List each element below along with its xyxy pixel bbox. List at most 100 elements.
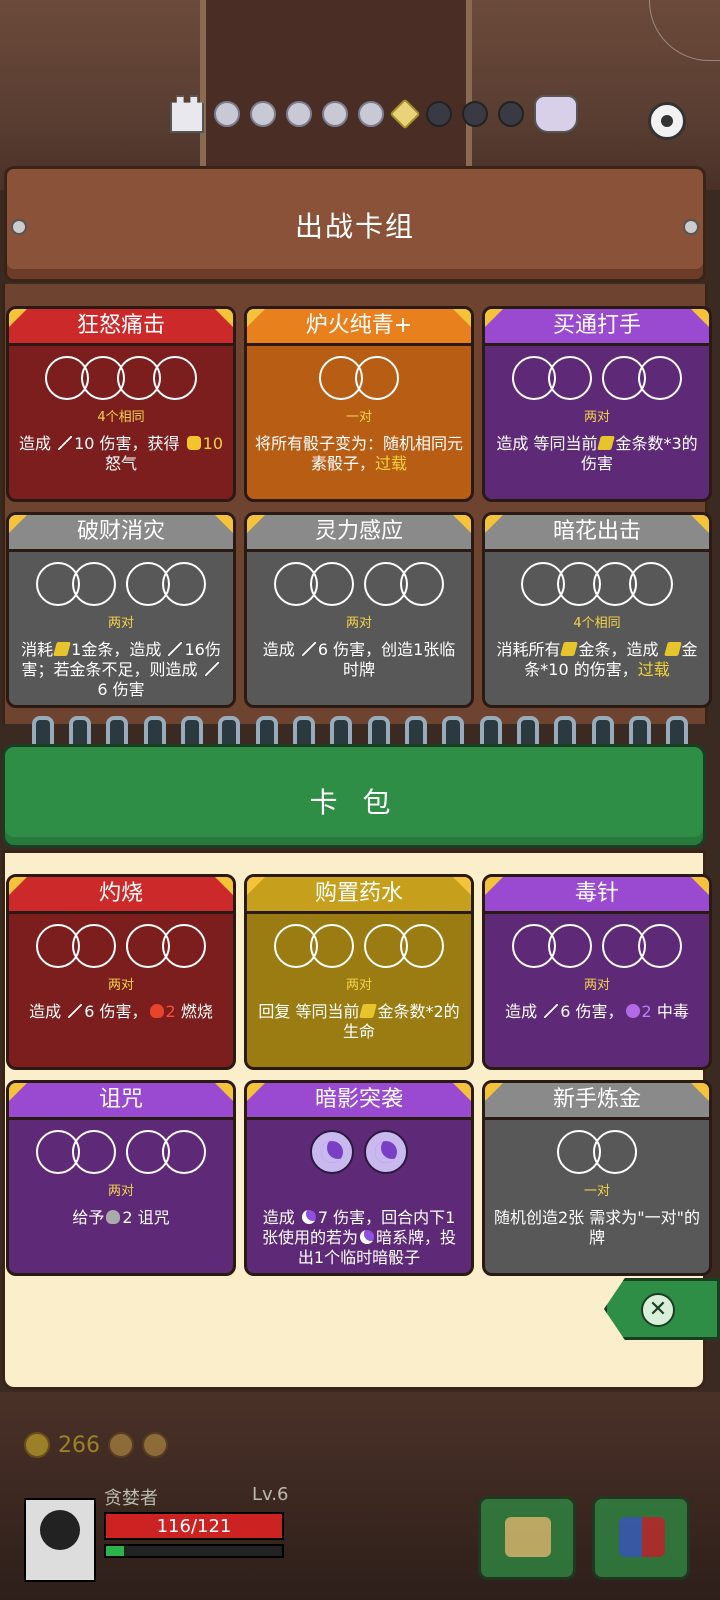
card[interactable]: 炉火纯青+ 一对 将所有骰子变为：随机相同元素骰子，过载 [244,306,474,502]
dice-requirement [485,562,709,610]
die-slot [593,1130,637,1174]
card[interactable]: 灼烧 两对 造成 6 伤害， 2 燃烧 [6,874,236,1070]
progress-node [498,101,524,127]
player-avatar[interactable] [24,1498,96,1582]
boss-icon [534,95,578,133]
desc-text: 金条数*3的伤害 [580,434,698,473]
die-slot [72,562,116,606]
die-slot [629,562,673,606]
moon-icon [301,1210,316,1224]
card-name: 买通打手 [485,309,709,346]
card-requirement-label: 两对 [345,978,372,993]
desc-text: 造成 [29,1002,67,1021]
sword-icon [544,1004,559,1018]
card[interactable]: 暗影突袭 造成 7 伤害，回合内下1张使用的若为 暗系牌，投出1个临时暗骰子 [244,1080,474,1276]
current-node-icon [389,98,421,130]
desc-text: 造成 [262,1208,300,1227]
equipment-button[interactable] [478,1496,576,1580]
progress-node [426,101,452,127]
gold-icon [53,642,72,656]
desc-text: 给予 [72,1208,105,1227]
card-name: 灼烧 [9,877,233,914]
gold-icon [560,642,579,656]
card-body: 两对 给予 2 诅咒 [9,1120,233,1273]
gold-amount: 266 [58,1432,100,1458]
card-description: 造成 6 伤害， 2 燃烧 [17,1002,225,1022]
card[interactable]: 暗花出击 4个相同 消耗所有 金条，造成 金条*10 的伤害，过载 [482,512,712,708]
xp-fill [106,1546,124,1556]
card[interactable]: 狂怒痛击 4个相同 造成 10 伤害，获得 10 怒气 [6,306,236,502]
die-slot [310,562,354,606]
card-name: 灵力感应 [247,515,471,552]
card-requirement-label: 两对 [583,410,610,425]
desc-text: 中毒 [651,1002,689,1021]
card-name: 诅咒 [9,1083,233,1120]
card[interactable]: 新手炼金 一对 随机创造2张 需求为"一对"的牌 [482,1080,712,1276]
player-level: Lv.6 [252,1484,289,1505]
progress-node [286,101,312,127]
die-slot [72,1130,116,1174]
dungeon-progress [170,95,578,133]
desc-text: 消耗 [21,640,54,659]
desc-text: 过载 [637,660,670,679]
pack-card-grid: 灼烧 两对 造成 6 伤害， 2 燃烧 购置药水 两对 回复 等同当前 金条数*2的生命 毒针两… [6,874,712,1276]
fire-icon [149,1004,164,1018]
settings-gear-icon[interactable] [648,102,686,140]
card[interactable]: 破财消灾 两对 消耗 1金条，造成 16伤害；若金条不足，则造成 6 伤害 [6,512,236,708]
dice-requirement [247,562,471,610]
card[interactable]: 灵力感应 两对 造成 6 伤害，创造1张临时牌 [244,512,474,708]
desc-text: 造成 [19,434,57,453]
close-button[interactable]: ✕ [604,1278,720,1340]
card-description: 造成 6 伤害，创造1张临时牌 [255,640,463,680]
dark-die-slot [310,1130,354,1174]
card-name: 炉火纯青+ [247,309,471,346]
gold-counter: 266 [24,1432,168,1458]
hp-bar: 116/121 [104,1512,284,1540]
card[interactable]: 购置药水 两对 回复 等同当前 金条数*2的生命 [244,874,474,1070]
die-slot [638,356,682,400]
desc-text: 1金条，造成 [71,640,167,659]
card-description: 给予 2 诅咒 [17,1208,225,1228]
sword-icon [168,642,183,656]
card-description: 随机创造2张 需求为"一对"的牌 [493,1208,701,1248]
poison-icon [625,1004,640,1018]
skull-icon [106,1210,121,1224]
card-requirement-label: 两对 [107,616,134,631]
sword-icon [68,1004,83,1018]
map-background [0,0,720,190]
card-body: 两对 造成 6 伤害， 2 燃烧 [9,914,233,1067]
fist-icon[interactable] [142,1432,168,1458]
card-description: 将所有骰子变为：随机相同元素骰子，过载 [255,434,463,474]
card-body: 一对 将所有骰子变为：随机相同元素骰子，过载 [247,346,471,499]
card-requirement-label: 两对 [583,978,610,993]
map-road [200,0,472,190]
card-body: 造成 7 伤害，回合内下1张使用的若为 暗系牌，投出1个临时暗骰子 [247,1120,471,1273]
card-body: 两对 消耗 1金条，造成 16伤害；若金条不足，则造成 6 伤害 [9,552,233,705]
card[interactable]: 买通打手两对造成 等同当前 金条数*3的伤害 [482,306,712,502]
scroll-icon[interactable] [108,1432,134,1458]
die-slot [355,356,399,400]
card-requirement-label: 4个相同 [573,616,621,631]
sword-icon [58,436,73,450]
card[interactable]: 毒针 两对 造成 6 伤害， 2 中毒 [482,874,712,1070]
card-body: 两对 造成 6 伤害， 2 中毒 [485,914,709,1067]
spider-web-decoration [649,0,720,61]
die-slot [400,924,444,968]
card-requirement-label: 两对 [107,1184,134,1199]
cards-button[interactable] [592,1496,690,1580]
bottom-hud: 266 贪婪者 Lv.6 116/121 [0,1392,720,1600]
card-name: 破财消灾 [9,515,233,552]
card-requirement-label: 4个相同 [97,410,145,425]
desc-text: 造成 等同当前 [496,434,598,453]
desc-text: 2 诅咒 [122,1208,170,1227]
dice-requirement [247,1130,471,1178]
card-body: 两对 造成 6 伤害，创造1张临时牌 [247,552,471,705]
card-description: 造成 等同当前 金条数*3的伤害 [493,434,701,474]
dark-die-slot [364,1130,408,1174]
card[interactable]: 诅咒两对 给予 2 诅咒 [6,1080,236,1276]
desc-text: 回复 等同当前 [258,1002,360,1021]
die-slot [638,924,682,968]
die-slot [162,1130,206,1174]
cards-icon [619,1517,665,1557]
gold-icon [597,436,616,450]
